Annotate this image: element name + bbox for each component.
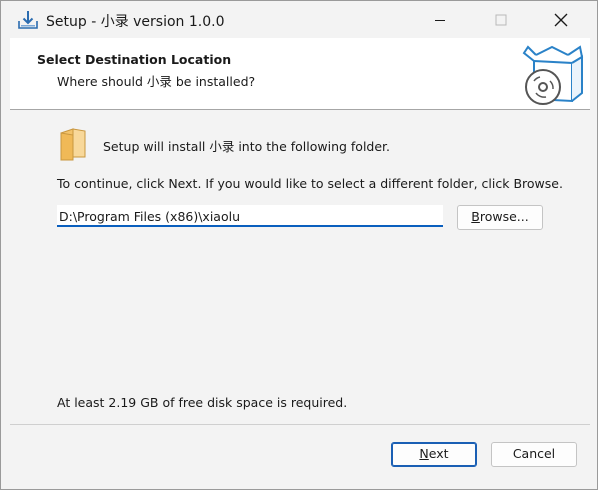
continue-instructions: To continue, click Next. If you would li…	[57, 176, 563, 191]
footer-divider	[10, 424, 590, 425]
browse-button-mnemonic: B	[471, 209, 480, 224]
install-description: Setup will install 小录 into the following…	[103, 139, 391, 154]
maximize-icon	[495, 14, 507, 25]
minimize-button[interactable]	[417, 1, 463, 38]
minimize-icon	[435, 19, 445, 21]
box-with-disc-icon	[522, 43, 584, 105]
setup-window: Setup - 小录 version 1.0.0 Select Destinat…	[0, 0, 598, 490]
wizard-header: Select Destination Location Where should…	[10, 38, 590, 110]
page-title: Select Destination Location	[37, 52, 232, 67]
title-bar[interactable]: Setup - 小录 version 1.0.0	[1, 1, 597, 38]
destination-path-input[interactable]	[57, 205, 443, 227]
close-button[interactable]	[538, 1, 584, 38]
wizard-body: Setup will install 小录 into the following…	[10, 110, 590, 423]
page-subtitle: Where should 小录 be installed?	[57, 74, 256, 89]
folder-icon	[59, 127, 87, 161]
browse-button-label: rowse...	[479, 209, 529, 224]
disk-space-requirement: At least 2.19 GB of free disk space is r…	[57, 395, 348, 410]
next-button[interactable]: Next	[391, 442, 477, 467]
next-button-mnemonic: N	[419, 446, 429, 461]
next-button-label: ext	[428, 446, 449, 461]
window-title: Setup - 小录 version 1.0.0	[46, 14, 225, 30]
browse-button[interactable]: Browse...	[457, 205, 543, 230]
close-icon	[554, 13, 568, 26]
cancel-button[interactable]: Cancel	[491, 442, 577, 467]
maximize-button[interactable]	[478, 1, 524, 38]
installer-download-icon	[17, 9, 39, 31]
